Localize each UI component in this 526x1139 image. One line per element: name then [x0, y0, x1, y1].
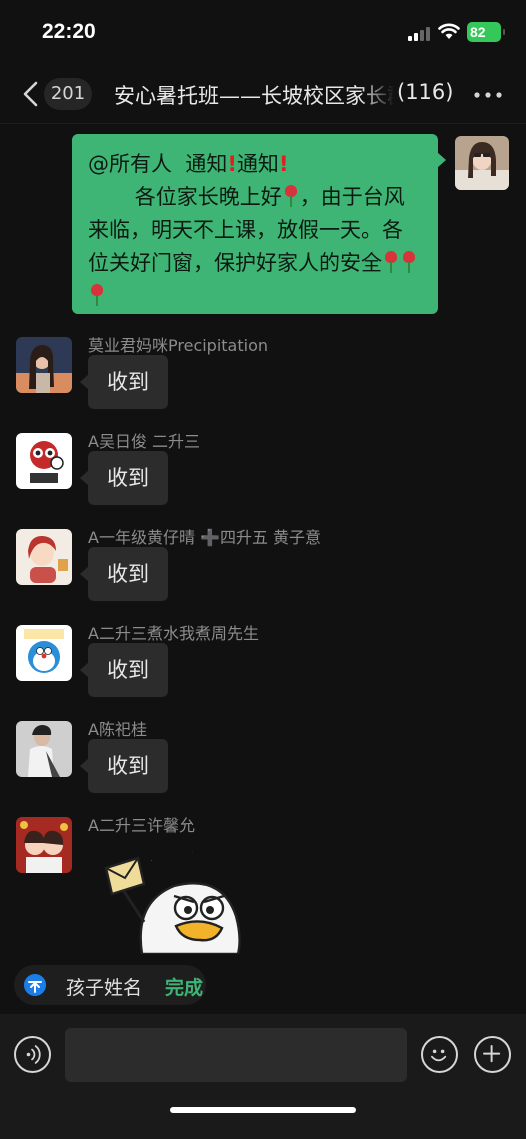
avatar[interactable]	[16, 433, 72, 489]
message-bubble[interactable]: 收到	[80, 547, 168, 601]
input-bar	[0, 1014, 526, 1139]
sticker-caption: 收到	[147, 837, 214, 875]
battery-level: 82	[470, 24, 486, 40]
form-fill-icon	[24, 974, 46, 996]
sender-name: A吴日俊 二升三	[88, 432, 201, 451]
voice-input-icon[interactable]	[14, 1036, 51, 1073]
rose-emoji-icon	[90, 284, 104, 306]
unread-count-badge[interactable]: 201	[44, 78, 92, 110]
message-text: 通知	[236, 152, 279, 176]
member-count[interactable]: (116)	[397, 80, 453, 104]
exclamation-emoji-icon: !	[278, 152, 289, 176]
message-bubble[interactable]: 收到	[80, 643, 168, 697]
message-input[interactable]	[65, 1028, 407, 1082]
exclamation-emoji-icon: !	[227, 152, 237, 176]
message-bubble[interactable]: 收到	[80, 451, 168, 505]
quick-fill-chip[interactable]: 孩子姓名 完成	[14, 965, 206, 1005]
chat-title[interactable]: 安心暑托班——长坡校区家长群	[114, 80, 394, 110]
sender-name: 莫业君妈咪Precipitation	[88, 336, 269, 355]
avatar[interactable]	[16, 529, 72, 585]
self-message-bubble[interactable]: @所有人 通知!通知! 各位家长晚上好 ，由于台风来临，明天不上课，放假一天。各位…	[72, 134, 446, 314]
self-avatar[interactable]	[455, 136, 509, 190]
home-indicator[interactable]	[170, 1107, 356, 1113]
message-text: 各位家长晚上好	[134, 185, 282, 209]
message-bubble[interactable]: 收到	[80, 355, 168, 409]
sender-name: A一年级黄仔晴 ➕四升五 黄子意	[88, 528, 322, 547]
avatar[interactable]	[16, 337, 72, 393]
rose-emoji-icon	[284, 185, 298, 207]
message-text: @所有人 通知	[88, 152, 228, 176]
status-bar: 22:20 82	[0, 0, 526, 64]
chip-label: 孩子姓名	[66, 977, 143, 999]
wifi-icon	[438, 23, 460, 39]
avatar[interactable]	[16, 817, 72, 873]
chat-header: 201 安心暑托班——长坡校区家长群 (116)	[0, 64, 526, 124]
message-bubble[interactable]: 收到	[80, 739, 168, 793]
done-button[interactable]: 完成	[165, 973, 203, 1000]
status-time: 22:20	[42, 20, 96, 43]
more-options-icon[interactable]	[474, 92, 502, 98]
back-chevron-icon[interactable]	[20, 80, 42, 108]
rose-emoji-icon	[402, 251, 416, 273]
avatar[interactable]	[16, 625, 72, 681]
battery-icon: 82	[467, 22, 505, 42]
signal-icon	[408, 27, 430, 41]
avatar[interactable]	[16, 721, 72, 777]
emoji-icon[interactable]	[421, 1036, 458, 1073]
sender-name: A二升三煮水我煮周先生	[88, 624, 259, 643]
rose-emoji-icon	[384, 251, 398, 273]
plus-icon[interactable]	[474, 1036, 511, 1073]
sender-name: A陈祀桂	[88, 720, 147, 739]
